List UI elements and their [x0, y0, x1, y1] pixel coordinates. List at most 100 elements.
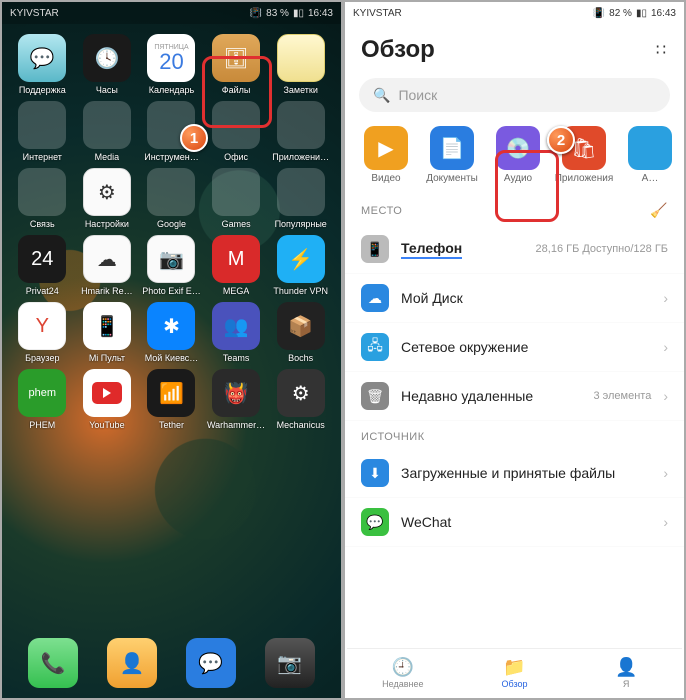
search-placeholder: Поиск	[398, 87, 437, 103]
app-label: Photo Exif E…	[142, 286, 201, 296]
list-item[interactable]: 🖧Сетевое окружение›	[345, 323, 684, 372]
app-icon	[18, 101, 66, 149]
app-icon	[277, 101, 325, 149]
search-icon: 🔍	[373, 87, 390, 104]
app-label: Games	[222, 219, 251, 229]
chevron-right-icon: ›	[663, 465, 668, 481]
app-icon: phem	[18, 369, 66, 417]
app-Мой Киевс…[interactable]: ✱Мой Киевс…	[139, 302, 204, 363]
nav-icon: 📁	[503, 657, 525, 678]
app-Связь[interactable]: Связь	[10, 168, 75, 229]
list-item[interactable]: ⬇Загруженные и принятые файлы›	[345, 449, 684, 498]
badge-1: 1	[180, 124, 208, 152]
app-label: Mi Пульт	[89, 353, 125, 363]
app-MEGA[interactable]: MMEGA	[204, 235, 269, 296]
app-grid: 💬Поддержка🕓ЧасыПЯТНИЦА20Календарь🗄ФайлыЗ…	[2, 24, 341, 430]
app-label: Tether	[159, 420, 184, 430]
app-label: Офис	[224, 152, 248, 162]
app-label: Warhammer…	[207, 420, 265, 430]
app-Поддержка[interactable]: 💬Поддержка	[10, 34, 75, 95]
app-Media[interactable]: Media	[75, 101, 140, 162]
app-label: Mechanicus	[277, 420, 325, 430]
search-input[interactable]: 🔍 Поиск	[359, 78, 670, 112]
app-Warhammer…[interactable]: 👹 Warhammer…	[204, 369, 269, 430]
nav-Обзор[interactable]: 📁Обзор	[459, 649, 571, 696]
list-side: 3 элемента	[593, 390, 651, 402]
list-icon: 📱	[361, 235, 389, 263]
list-item[interactable]: 📱Телефон28,16 ГБ Доступно/128 ГБ	[345, 225, 684, 274]
app-Photo Exif E…[interactable]: 📷Photo Exif E…	[139, 235, 204, 296]
app-label: Поддержка	[19, 85, 66, 95]
category-icon: 💿	[496, 126, 540, 170]
app-label: Privat24	[26, 286, 59, 296]
app-Браузер[interactable]: YБраузер	[10, 302, 75, 363]
app-Офис[interactable]: Офис	[204, 101, 269, 162]
app-Privat24[interactable]: 24Privat24	[10, 235, 75, 296]
nav-icon: 🕘	[392, 657, 414, 678]
category-Видео[interactable]: ▶Видео	[353, 126, 419, 184]
nav-label: Я	[623, 679, 630, 689]
app-Заметки[interactable]: Заметки	[268, 34, 333, 95]
app-icon	[277, 34, 325, 82]
clock: 16:43	[651, 8, 676, 19]
app-icon: ПЯТНИЦА20	[147, 34, 195, 82]
messages-icon: 💬	[186, 638, 236, 688]
chevron-right-icon: ›	[663, 339, 668, 355]
app-Google[interactable]: Google	[139, 168, 204, 229]
app-Календарь[interactable]: ПЯТНИЦА20Календарь	[139, 34, 204, 95]
app-icon: 👹	[212, 369, 260, 417]
nav-Недавнее[interactable]: 🕘Недавнее	[347, 649, 459, 696]
app-icon: ⚙	[83, 168, 131, 216]
app-Thunder VPN[interactable]: ⚡Thunder VPN	[268, 235, 333, 296]
app-Teams[interactable]: 👥Teams	[204, 302, 269, 363]
app-label: Teams	[223, 353, 250, 363]
dock-camera[interactable]: 📷	[265, 638, 315, 688]
app-Файлы[interactable]: 🗄Файлы	[204, 34, 269, 95]
app-label: Инструмен…	[144, 152, 199, 162]
dock: 📞 👤 💬 📷	[2, 632, 341, 694]
dock-contacts[interactable]: 👤	[107, 638, 157, 688]
app-icon: ☁	[83, 235, 131, 283]
cleanup-icon[interactable]: 🧹	[650, 202, 668, 219]
category-А…[interactable]: А…	[617, 126, 683, 184]
list-item[interactable]: 🗑Недавно удаленные3 элемента›	[345, 372, 684, 421]
app-label: PHEM	[29, 420, 55, 430]
dock-phone[interactable]: 📞	[28, 638, 78, 688]
menu-dots-icon[interactable]: ∷	[656, 40, 668, 60]
dock-messages[interactable]: 💬	[186, 638, 236, 688]
app-icon	[83, 369, 131, 417]
app-Настройки[interactable]: ⚙Настройки	[75, 168, 140, 229]
app-Tether[interactable]: 📶Tether	[139, 369, 204, 430]
app-Интернет[interactable]: Интернет	[10, 101, 75, 162]
files-app: KYIVSTAR 📳 82 % ▮▯ 16:43 Обзор ∷ 🔍 Поиск…	[343, 0, 686, 700]
app-Bochs[interactable]: 📦Bochs	[268, 302, 333, 363]
category-Аудио[interactable]: 💿Аудио	[485, 126, 551, 184]
app-icon	[277, 168, 325, 216]
app-Приложени…[interactable]: Приложени…	[268, 101, 333, 162]
contacts-icon: 👤	[107, 638, 157, 688]
app-YouTube[interactable]: YouTube	[75, 369, 140, 430]
app-Mi Пульт[interactable]: 📱Mi Пульт	[75, 302, 140, 363]
app-label: Google	[157, 219, 186, 229]
nav-Я[interactable]: 👤Я	[570, 649, 682, 696]
app-PHEM[interactable]: phem PHEM	[10, 369, 75, 430]
bottom-nav: 🕘Недавнее📁Обзор👤Я	[347, 648, 682, 696]
app-Mechanicus[interactable]: ⚙Mechanicus	[268, 369, 333, 430]
homescreen: KYIVSTAR 📳 83 % ▮▯ 16:43 💬Поддержка🕓Часы…	[0, 0, 343, 700]
app-Часы[interactable]: 🕓Часы	[75, 34, 140, 95]
app-icon	[212, 101, 260, 149]
app-label: Media	[95, 152, 120, 162]
app-icon: 📦	[277, 302, 325, 350]
chevron-right-icon: ›	[663, 290, 668, 306]
app-icon	[212, 168, 260, 216]
app-label: Приложени…	[272, 152, 329, 162]
list-icon: 💬	[361, 508, 389, 536]
app-icon: Y	[18, 302, 66, 350]
app-Популярные[interactable]: Популярные	[268, 168, 333, 229]
app-Games[interactable]: Games	[204, 168, 269, 229]
list-item[interactable]: 💬WeChat›	[345, 498, 684, 547]
nav-label: Обзор	[502, 679, 528, 689]
category-Документы[interactable]: 📄Документы	[419, 126, 485, 184]
list-item[interactable]: ☁Мой Диск›	[345, 274, 684, 323]
app-Hmarik Re…[interactable]: ☁Hmarik Re…	[75, 235, 140, 296]
